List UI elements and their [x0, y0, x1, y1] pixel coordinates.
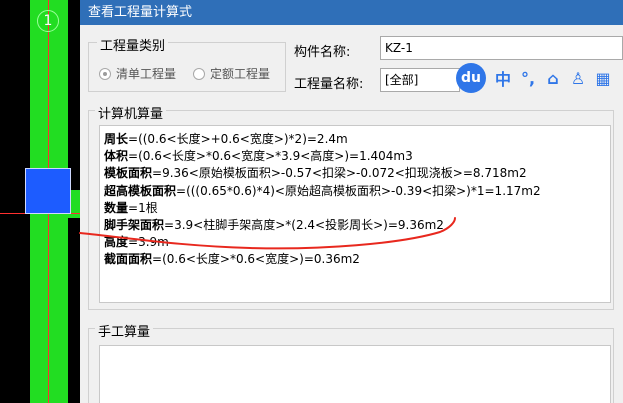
calc-line-section-area: 截面面积=(0.6<长度>*0.6<宽度>)=0.36m2 — [104, 251, 606, 268]
calc-line-name: 数量 — [104, 200, 129, 215]
ime-user-icon[interactable]: ♙ — [570, 69, 586, 88]
calc-line-count: 数量=1根 — [104, 200, 606, 217]
calc-line-perimeter: 周长=((0.6<长度>+0.6<宽度>)*2)=2.4m — [104, 131, 606, 148]
selected-column-kz1[interactable] — [25, 168, 71, 214]
quantity-name-select[interactable]: [全部] — [380, 68, 460, 92]
calc-line-volume: 体积=(0.6<长度>*0.6<宽度>*3.9<高度>)=1.404m3 — [104, 148, 606, 165]
baidu-ime-logo-icon[interactable]: du — [456, 63, 486, 93]
manual-calc-textarea[interactable] — [99, 345, 611, 403]
radio-bill-quantity[interactable]: 清单工程量 — [99, 65, 176, 82]
calc-line-expr: =(0.6<长度>*0.6<宽度>*3.9<高度>)=1.404m3 — [128, 149, 413, 164]
calc-line-height: 高度=3.9m — [104, 234, 606, 251]
calc-line-expr: =(((0.65*0.6)*4)<原始超高模板面积>-0.39<扣梁>)*1=1… — [176, 183, 541, 198]
calc-line-overheight-formwork: 超高模板面积=(((0.65*0.6)*4)<原始超高模板面积>-0.39<扣梁… — [104, 183, 606, 200]
computer-calc-legend: 计算机算量 — [95, 103, 167, 122]
radio-bill-quantity-label: 清单工程量 — [116, 67, 177, 81]
quantity-type-group: 工程量类别 清单工程量 定额工程量 — [88, 35, 286, 92]
ime-grid-icon[interactable]: ▦ — [595, 69, 611, 88]
axis-number-badge: 1 — [37, 10, 59, 32]
ime-punctuation-button[interactable]: °, — [520, 69, 536, 88]
calc-line-expr: =1根 — [128, 200, 158, 215]
component-name-label: 构件名称: — [294, 45, 351, 60]
calc-line-expr: =9.36<原始模板面积>-0.57<扣梁>-0.072<扣现浇板>=8.718… — [152, 166, 527, 181]
quantity-name-label: 工程量名称: — [294, 77, 364, 92]
radio-quota-quantity-dot[interactable] — [193, 67, 205, 80]
ime-chinese-mode-button[interactable]: 中 — [495, 66, 511, 90]
calc-line-expr: =3.9<柱脚手架高度>*(2.4<投影周长>)=9.36m2 — [164, 218, 444, 233]
calc-line-expr: =3.9m — [128, 235, 169, 250]
calc-line-name: 周长 — [104, 132, 129, 146]
calc-line-name: 截面面积 — [104, 252, 153, 267]
calc-line-name: 超高模板面积 — [104, 183, 177, 198]
calc-formula-textarea[interactable]: 周长=((0.6<长度>+0.6<宽度>)*2)=2.4m 体积=(0.6<长度… — [99, 125, 611, 303]
calc-line-scaffold-area: 脚手架面积=3.9<柱脚手架高度>*(2.4<投影周长>)=9.36m2 — [104, 217, 606, 234]
calc-line-name: 高度 — [104, 235, 129, 250]
calc-line-name: 体积 — [104, 149, 129, 164]
baidu-ime-toolbar[interactable]: du 中 °, ⌂ ♙ ▦ — [456, 63, 623, 93]
cad-canvas[interactable]: 1 — [0, 0, 80, 403]
dialog-title[interactable]: 查看工程量计算式 — [80, 0, 623, 25]
calc-line-formwork-area: 模板面积=9.36<原始模板面积>-0.57<扣梁>-0.072<扣现浇板>=8… — [104, 165, 606, 182]
ime-toolbox-icon[interactable]: ⌂ — [545, 69, 561, 88]
radio-bill-quantity-dot[interactable] — [99, 67, 111, 80]
manual-calc-group: 手工算量 — [88, 321, 614, 403]
manual-calc-legend: 手工算量 — [95, 321, 154, 340]
calc-line-name: 脚手架面积 — [104, 218, 165, 233]
radio-quota-quantity[interactable]: 定额工程量 — [193, 65, 270, 82]
radio-quota-quantity-label: 定额工程量 — [210, 67, 271, 81]
computer-calc-group: 计算机算量 周长=((0.6<长度>+0.6<宽度>)*2)=2.4m 体积=(… — [88, 103, 614, 310]
calc-line-expr: =(0.6<长度>*0.6<宽度>)=0.36m2 — [152, 252, 360, 267]
calc-line-expr: =((0.6<长度>+0.6<宽度>)*2)=2.4m — [128, 132, 348, 146]
quantity-formula-dialog: 查看工程量计算式 工程量类别 清单工程量 定额工程量 构件名称: KZ-1 工程… — [80, 0, 623, 403]
quantity-type-legend: 工程量类别 — [97, 35, 169, 54]
component-name-field[interactable]: KZ-1 — [380, 36, 623, 60]
calc-line-name: 模板面积 — [104, 166, 153, 181]
